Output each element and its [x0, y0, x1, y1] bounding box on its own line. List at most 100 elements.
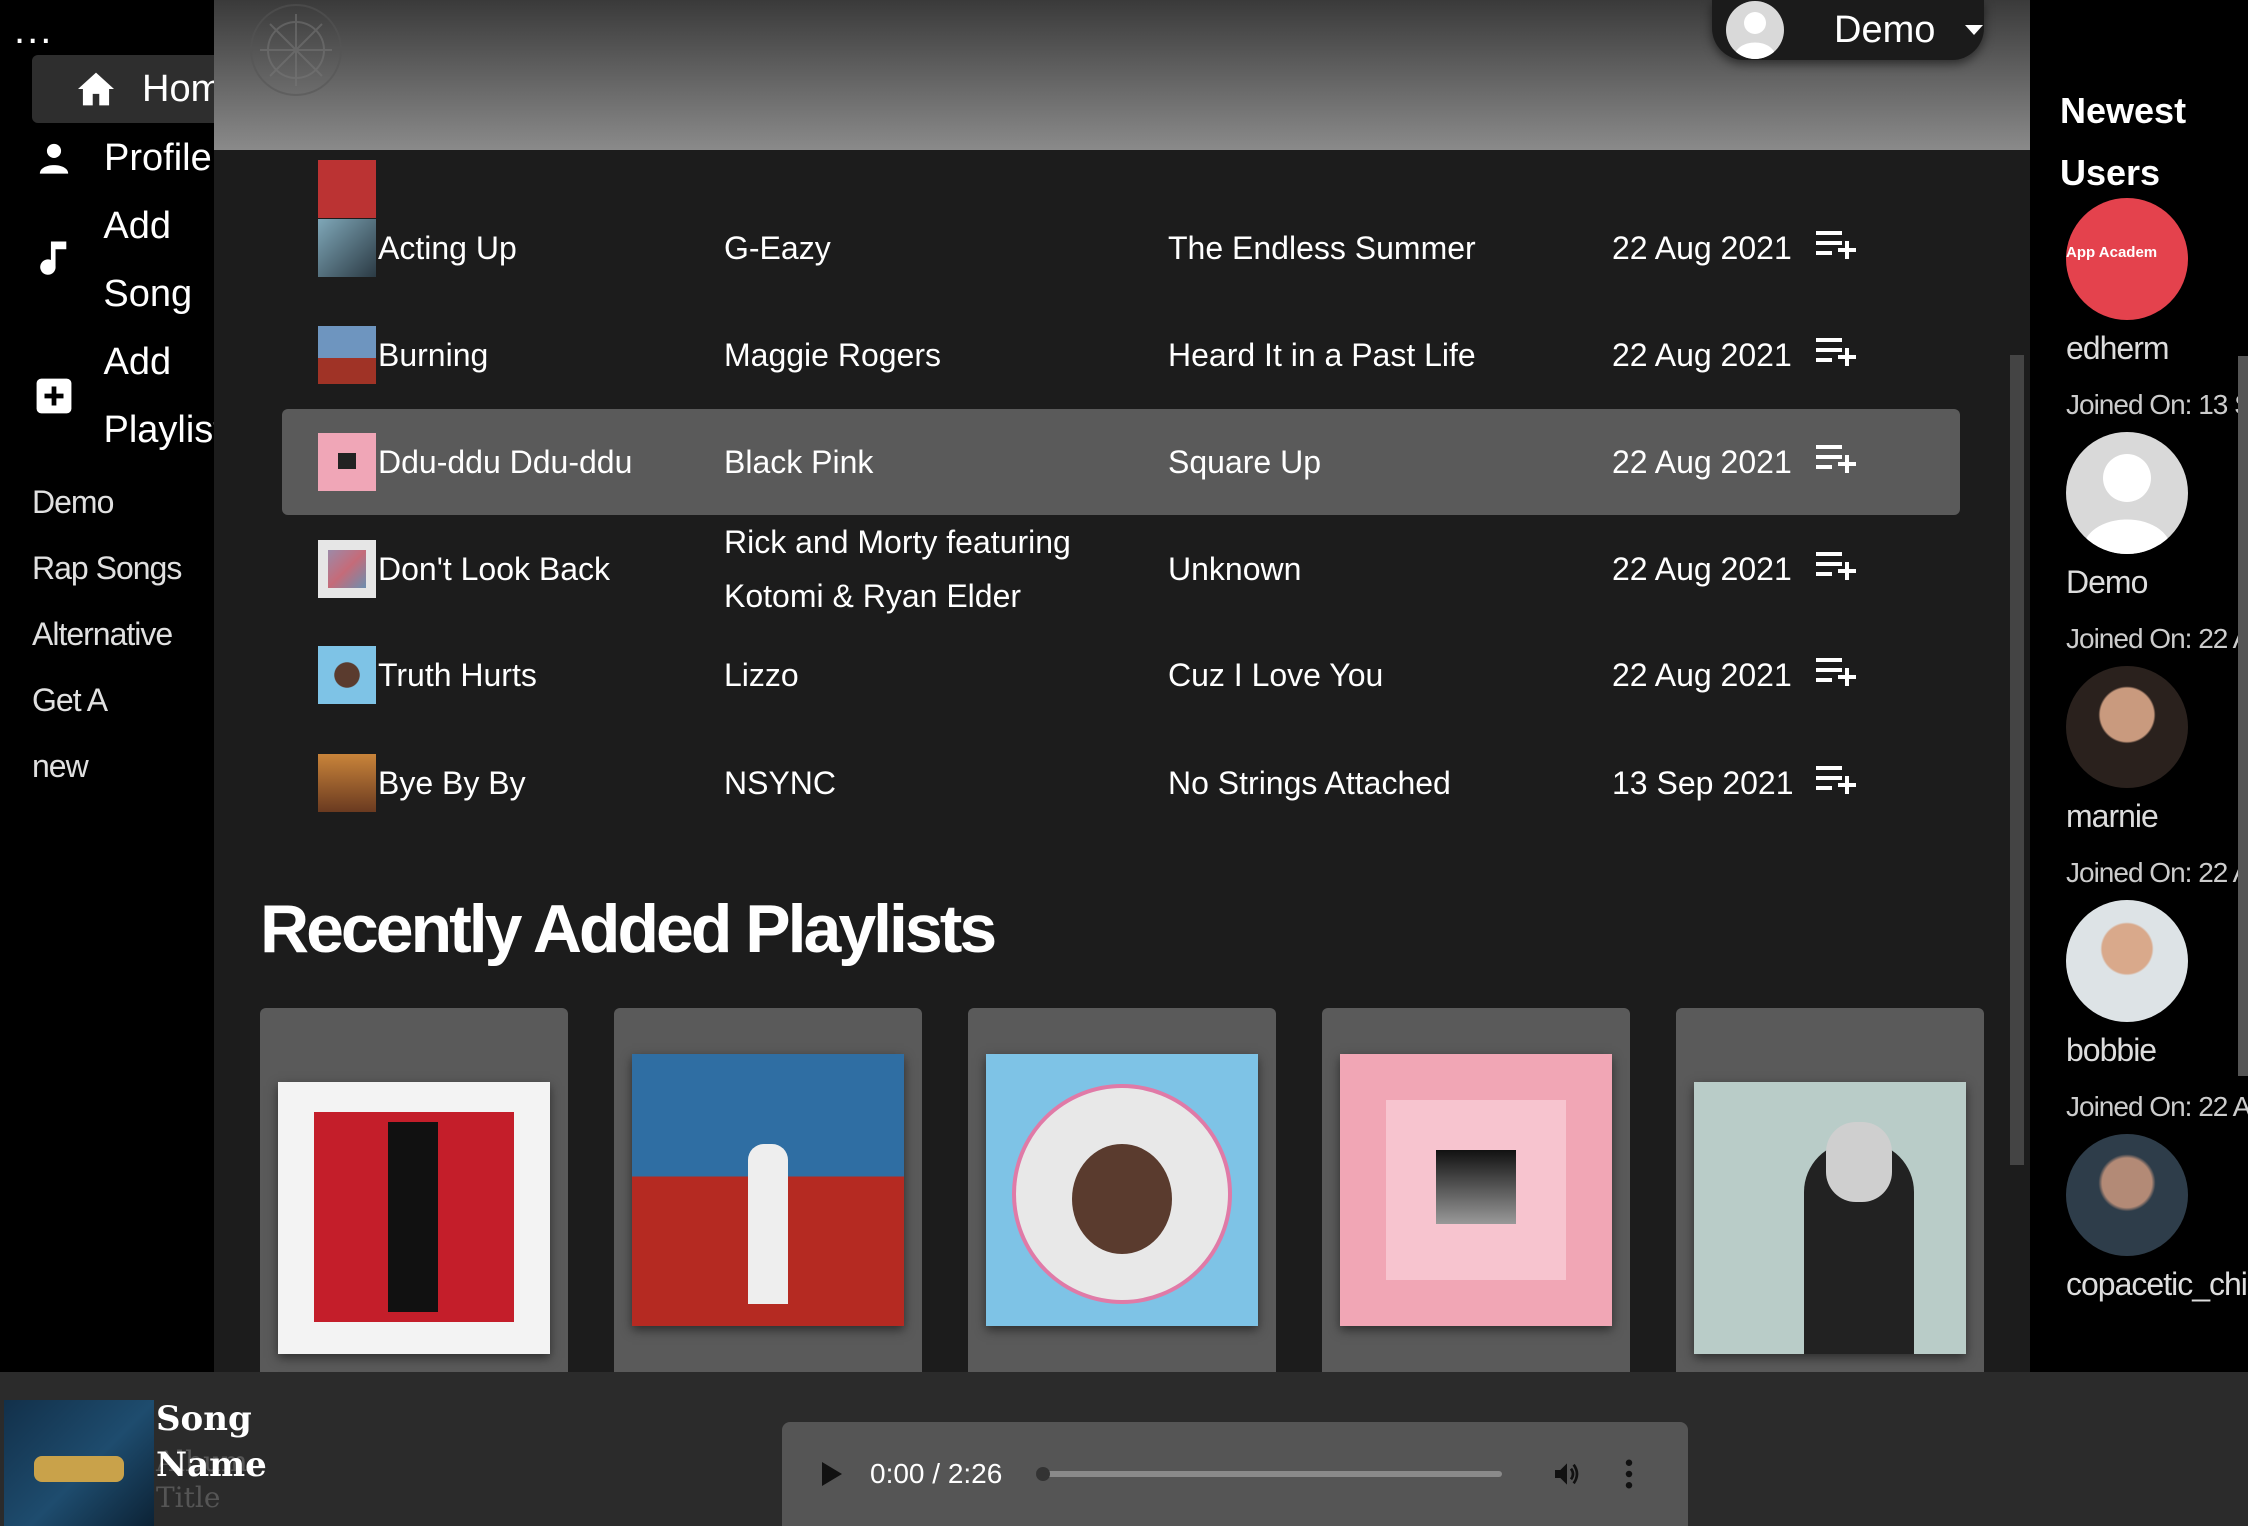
song-thumbnail [318, 754, 376, 812]
song-thumbnail [318, 326, 376, 384]
table-row[interactable]: Acting Up G-Eazy The Endless Summer 22 A… [282, 195, 1960, 301]
playlist-add-icon[interactable] [1816, 656, 1858, 688]
sidebar-playlist-item[interactable]: Alternative [32, 616, 173, 653]
nav-profile-label: Profile [104, 137, 212, 179]
song-title[interactable]: Don't Look Back [378, 516, 610, 622]
playlist-card[interactable] [968, 1008, 1276, 1372]
avatar: App Academ [2066, 198, 2188, 320]
more-dots-icon[interactable]: ... [14, 10, 53, 50]
playlist-card[interactable] [1322, 1008, 1630, 1372]
song-artist[interactable]: Lizzo [724, 622, 1174, 728]
song-album[interactable]: Unknown [1168, 516, 1301, 622]
avatar [2066, 432, 2188, 554]
sidebar-playlist-item[interactable]: new [32, 748, 89, 785]
seek-slider[interactable] [1036, 1467, 1503, 1481]
song-date: 22 Aug 2021 [1612, 229, 1792, 266]
song-date: 22 Aug 2021 [1612, 443, 1792, 480]
song-artist[interactable]: Maggie Rogers [724, 302, 1174, 408]
playlist-add-icon[interactable] [1816, 764, 1858, 796]
sidebar: ... Home Profile Add Song Add Playlist D… [0, 0, 214, 1372]
song-album[interactable]: Square Up [1168, 409, 1321, 515]
section-title-recent-playlists: Recently Added Playlists [260, 891, 997, 967]
avatar [2066, 900, 2188, 1022]
time-readout: 0:00 / 2:26 [870, 1458, 1003, 1489]
playlist-add-icon[interactable] [1816, 336, 1858, 368]
song-title[interactable]: Truth Hurts [378, 622, 537, 728]
sidebar-playlist-item[interactable]: Demo [32, 484, 114, 521]
song-artist[interactable]: NSYNC [724, 730, 1174, 836]
user-joined: Joined On: 22 A [2066, 1091, 2248, 1122]
playlist-card[interactable] [260, 1008, 568, 1372]
playlist-card[interactable] [614, 1008, 922, 1372]
song-artist[interactable]: G-Eazy [724, 195, 1174, 301]
table-row[interactable]: Truth Hurts Lizzo Cuz I Love You 22 Aug … [282, 622, 1960, 728]
playlist-add-icon[interactable] [1816, 229, 1858, 261]
sidebar-playlist-item[interactable]: Rap Songs [32, 550, 182, 587]
seek-knob[interactable] [1036, 1467, 1051, 1481]
playlist-card[interactable] [1676, 1008, 1984, 1372]
song-album[interactable]: No Strings Attached [1168, 730, 1451, 836]
song-title[interactable]: Burning [378, 302, 488, 408]
user-card[interactable]: marnie Joined On: 22 A [2066, 666, 2248, 889]
avatar-badge-text: App Academ [2066, 244, 2158, 261]
song-artist[interactable]: Black Pink [724, 409, 1174, 515]
main-scrollbar[interactable] [2010, 355, 2024, 1165]
user-menu-button[interactable]: Demo [1712, 0, 1984, 60]
nav-profile[interactable]: Profile [32, 124, 212, 192]
table-row[interactable]: Don't Look Back Rick and Morty featuring… [282, 516, 1960, 622]
home-icon [78, 72, 114, 106]
avatar [2066, 1134, 2188, 1256]
user-card[interactable]: App Academ edherm Joined On: 13 Se [2066, 198, 2248, 421]
right-panel-scrollbar[interactable] [2238, 356, 2248, 1076]
newest-users-title: Newest Users [2060, 90, 2187, 193]
song-date: 22 Aug 2021 [1612, 550, 1792, 587]
main-content: Demo Acting Up G-Eazy The Endless Summer… [214, 0, 2030, 1372]
nav-add-song[interactable]: Add Song [32, 192, 212, 328]
avatar [1726, 1, 1784, 59]
song-artist[interactable]: Rick and Morty featuring Kotomi & Ryan E… [724, 516, 1174, 622]
song-title[interactable]: Acting Up [378, 195, 517, 301]
user-card[interactable]: bobbie Joined On: 22 A [2066, 900, 2248, 1123]
user-name[interactable]: marnie [2066, 798, 2246, 835]
table-row[interactable]: Burning Maggie Rogers Heard It in a Past… [282, 302, 1960, 408]
playlist-cover [1694, 1082, 1966, 1354]
audio-player: 0:00 / 2:26 [782, 1422, 1688, 1526]
nav-home-button[interactable]: Home [32, 55, 214, 123]
user-name[interactable]: edherm [2066, 330, 2246, 367]
site-logo[interactable] [250, 4, 342, 96]
sidebar-playlist-item[interactable]: Get A [32, 682, 108, 719]
play-icon[interactable] [822, 1462, 842, 1486]
table-row[interactable]: Bye By By NSYNC No Strings Attached 13 S… [282, 730, 1960, 836]
user-menu-name: Demo [1834, 8, 1936, 51]
song-album[interactable]: Cuz I Love You [1168, 622, 1383, 728]
nav-home-label: Home [142, 67, 214, 110]
song-title[interactable]: Bye By By [378, 730, 526, 836]
table-row-selected[interactable]: Ddu-ddu Ddu-ddu Black Pink Square Up 22 … [282, 409, 1960, 515]
playlist-cover [986, 1054, 1258, 1326]
song-album[interactable]: The Endless Summer [1168, 195, 1476, 301]
user-name[interactable]: copacetic_chi [2066, 1266, 2248, 1303]
caret-down-icon [1965, 25, 1984, 35]
song-title[interactable]: Ddu-ddu Ddu-ddu [378, 409, 632, 515]
song-date: 13 Sep 2021 [1612, 764, 1794, 801]
music-note-icon [39, 241, 67, 275]
volume-icon[interactable] [1550, 1458, 1584, 1490]
user-card[interactable]: Demo Joined On: 22 A [2066, 432, 2248, 655]
nav-add-song-label: Add Song [103, 205, 193, 315]
person-icon [39, 143, 69, 174]
user-name[interactable]: bobbie [2066, 1032, 2246, 1069]
nav-add-playlist-label: Add Playlist [103, 341, 215, 451]
song-album[interactable]: Heard It in a Past Life [1168, 302, 1476, 408]
nav-add-playlist[interactable]: Add Playlist [32, 328, 214, 464]
user-name[interactable]: Demo [2066, 564, 2246, 601]
user-joined: Joined On: 22 A [2066, 623, 2248, 654]
more-vertical-icon[interactable] [1624, 1459, 1634, 1489]
playlist-add-icon[interactable] [1816, 443, 1858, 475]
song-thumbnail [318, 433, 376, 491]
song-thumbnail [318, 540, 376, 598]
user-joined: Joined On: 22 A [2066, 857, 2248, 888]
playlist-add-icon[interactable] [1816, 550, 1858, 582]
song-thumbnail [318, 219, 376, 277]
user-card[interactable]: copacetic_chi [2066, 1134, 2248, 1303]
top-bar: Demo [214, 0, 2030, 150]
